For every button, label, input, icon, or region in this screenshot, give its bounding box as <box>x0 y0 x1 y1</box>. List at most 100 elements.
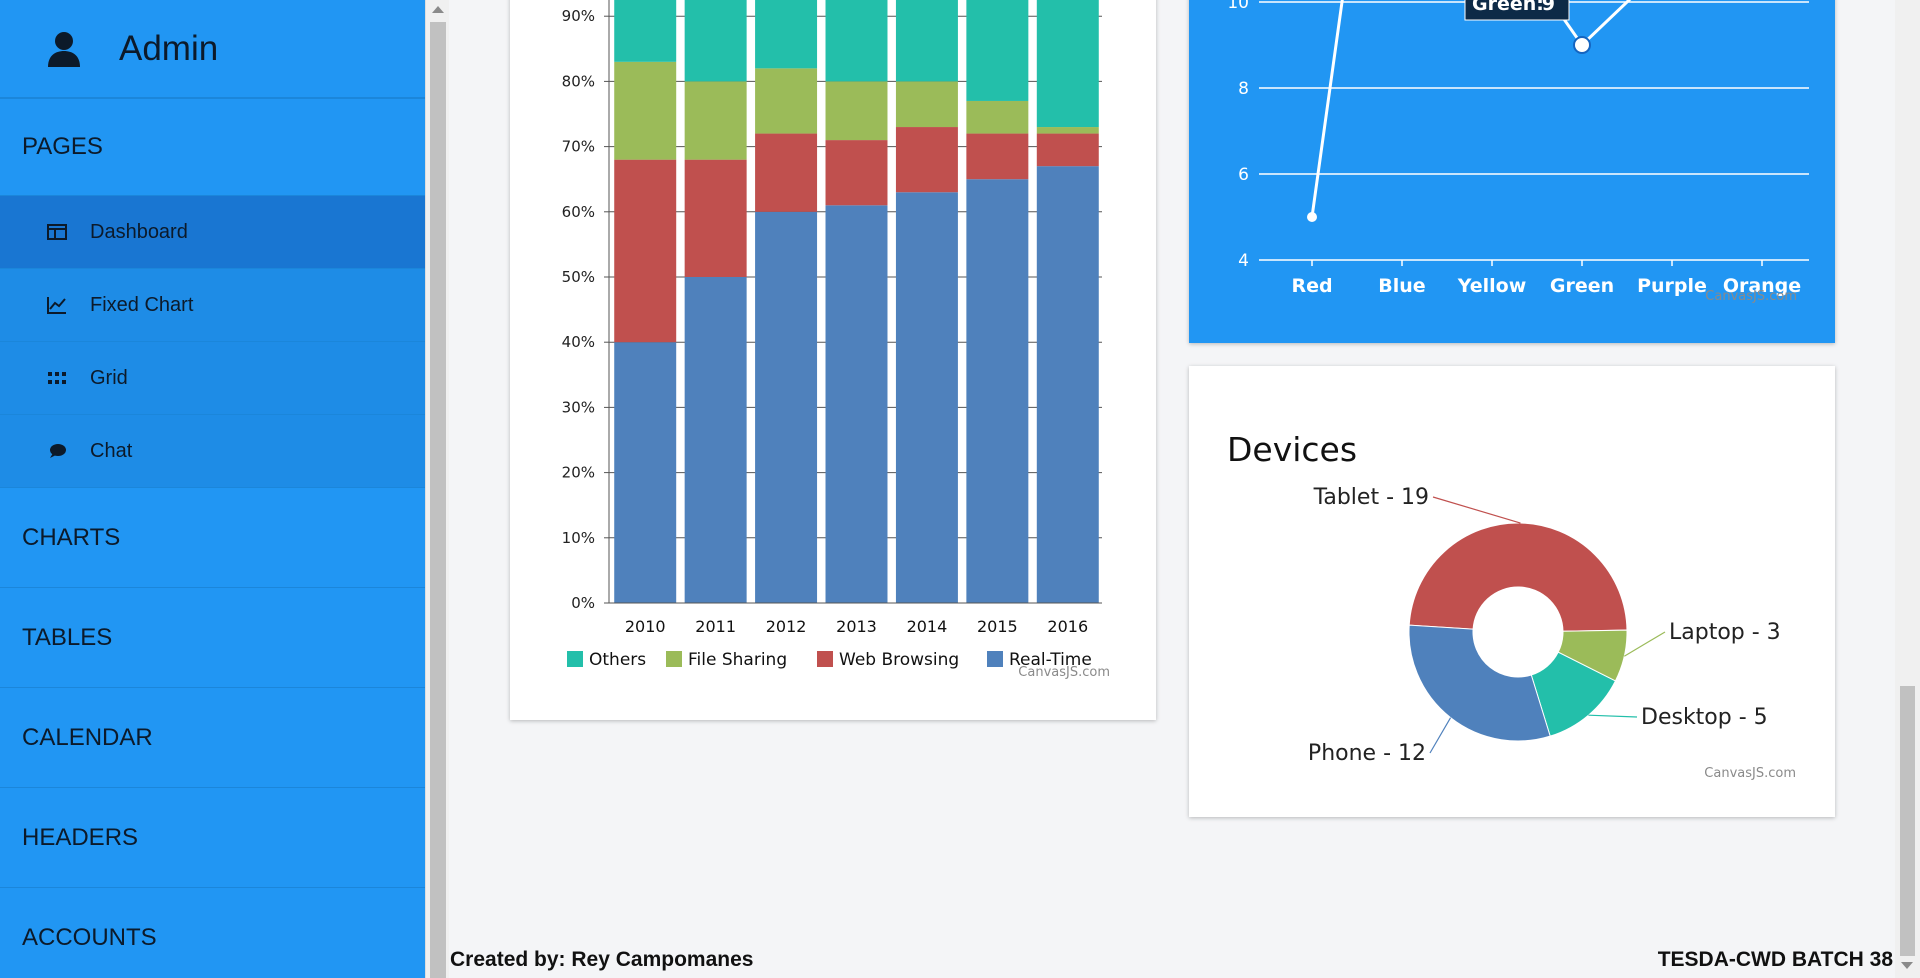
x-tick-label: Yellow <box>1457 275 1527 297</box>
chart-tooltip: Green:9 <box>1464 0 1570 21</box>
sidebar-scrollbar[interactable] <box>425 0 449 978</box>
sidebar-item-grid[interactable]: Grid <box>0 341 425 414</box>
line-point <box>1307 212 1317 222</box>
x-tick-label: Green <box>1550 275 1614 297</box>
bar-segment <box>755 211 818 604</box>
bar-segment <box>755 68 818 134</box>
bar-segment <box>825 205 888 603</box>
bar-segment <box>825 0 888 82</box>
y-tick-label: 10% <box>562 529 595 547</box>
sidebar-title: Admin <box>119 28 219 68</box>
slice-connector <box>1588 714 1638 718</box>
bar-segment <box>825 81 888 141</box>
x-tick-label: 2011 <box>695 617 736 636</box>
bar-segment <box>755 133 818 212</box>
legend-swatch <box>666 651 682 667</box>
sidebar-section-tables[interactable]: TABLES <box>0 587 425 687</box>
canvasjs-credit: CanvasJS.com <box>1705 289 1797 304</box>
canvasjs-credit: CanvasJS.com <box>1018 665 1110 680</box>
bar-segment <box>895 192 958 604</box>
y-tick-label: 8 <box>1238 79 1249 99</box>
sidebar: Admin PAGES Dashboard Fixed Chart Grid C… <box>0 0 425 978</box>
bar-segment <box>966 133 1029 180</box>
sidebar-item-dashboard[interactable]: Dashboard <box>0 195 425 268</box>
sidebar-scrollbar-thumb[interactable] <box>430 22 446 978</box>
sidebar-section-headers[interactable]: HEADERS <box>0 787 425 887</box>
bar-segment <box>895 127 958 193</box>
page-scrollbar-thumb[interactable] <box>1900 686 1915 956</box>
bar-segment <box>614 159 677 343</box>
page-scrollbar[interactable] <box>1895 0 1920 978</box>
y-tick-label: 30% <box>562 398 595 416</box>
legend-swatch <box>567 651 583 667</box>
sidebar-section-accounts[interactable]: ACCOUNTS <box>0 887 425 978</box>
y-tick-label: 70% <box>562 138 595 156</box>
legend-label: File Sharing <box>688 650 787 670</box>
y-tick-label: 0% <box>571 594 595 612</box>
slice-connector <box>1623 631 1666 657</box>
bar-segment <box>895 81 958 128</box>
canvasjs-credit: CanvasJS.com <box>1704 766 1796 781</box>
legend-swatch <box>987 651 1003 667</box>
x-tick-label: 2014 <box>907 617 948 636</box>
sidebar-item-label: Fixed Chart <box>90 293 194 316</box>
x-tick-label: 2010 <box>625 617 666 636</box>
sidebar-item-label: Chat <box>90 439 133 462</box>
x-tick-label: 2016 <box>1047 617 1088 636</box>
bar-segment <box>684 0 747 82</box>
chart-title: Devices <box>1227 430 1357 469</box>
chat-bubble-icon <box>46 441 68 461</box>
bar-segment <box>895 0 958 82</box>
stacked-bar-chart: 0% 10% 20% 30% 40% 50% 60% 70% 80% 90% 2010 2011 201… <box>562 0 1110 680</box>
devices-chart-card: Devices Tablet - 19 Laptop - 3 Desktop - 5 P… <box>1189 366 1835 817</box>
line-series <box>1310 0 1632 218</box>
footer: Created by: Rey Campomanes TESDA-CWD BAT… <box>450 948 1895 978</box>
x-tick-label: 2013 <box>836 617 877 636</box>
sidebar-item-chat[interactable]: Chat <box>0 414 425 487</box>
bar-segment <box>1036 127 1099 134</box>
bar-segment <box>1036 133 1099 167</box>
y-tick-label: 50% <box>562 268 595 286</box>
slice-connector <box>1432 496 1521 524</box>
x-tick-label: 2012 <box>766 617 807 636</box>
bar-segment <box>684 159 747 277</box>
doughnut-slice <box>1408 624 1551 742</box>
footer-batch: TESDA-CWD BATCH 38 <box>1657 948 1893 971</box>
x-tick-label: Blue <box>1378 275 1425 297</box>
y-tick-label: 4 <box>1238 251 1249 271</box>
y-tick-label: 80% <box>562 72 595 90</box>
bar-segment <box>614 0 677 62</box>
y-tick-label: 20% <box>562 464 595 482</box>
line-chart-card: 4 6 8 10 Red Blue Yellow Green Purple Orange Green… <box>1189 0 1835 343</box>
sidebar-item-fixed-chart[interactable]: Fixed Chart <box>0 268 425 341</box>
bar-segment <box>755 0 818 69</box>
user-icon <box>48 31 80 67</box>
y-tick-label: 90% <box>562 7 595 25</box>
sidebar-brand: Admin <box>0 0 425 98</box>
doughnut-slice <box>1408 522 1628 632</box>
bar-segment <box>614 342 677 603</box>
line-chart: 46810Red Blue Yellow Green Purple OrangeGreen… <box>1227 0 1809 304</box>
sidebar-item-label: Dashboard <box>90 220 188 243</box>
sidebar-section-pages[interactable]: PAGES <box>0 98 425 195</box>
sidebar-section-charts[interactable]: CHARTS <box>0 487 425 587</box>
line-point <box>1573 36 1591 54</box>
slice-label: Phone - 12 <box>1308 741 1426 766</box>
sidebar-item-label: Grid <box>90 366 128 389</box>
tooltip-label: Green: <box>1472 0 1544 15</box>
x-tick-label: Red <box>1291 275 1332 297</box>
y-tick-label: 60% <box>562 203 595 221</box>
tooltip-value: 9 <box>1542 0 1555 15</box>
x-tick-label: Purple <box>1637 275 1707 297</box>
scroll-up-arrow-icon[interactable] <box>432 6 444 13</box>
bar-segment <box>1036 0 1099 128</box>
y-tick-label: 6 <box>1238 165 1249 185</box>
footer-credit: Created by: Rey Campomanes <box>450 948 754 971</box>
x-tick-label: 2015 <box>977 617 1018 636</box>
scroll-down-arrow-icon[interactable] <box>1901 962 1913 969</box>
bar-segment <box>966 0 1029 101</box>
slice-connector <box>1429 717 1452 754</box>
dashboard-icon <box>46 222 68 242</box>
bar-segment <box>1036 166 1099 603</box>
sidebar-section-calendar[interactable]: CALENDAR <box>0 687 425 787</box>
